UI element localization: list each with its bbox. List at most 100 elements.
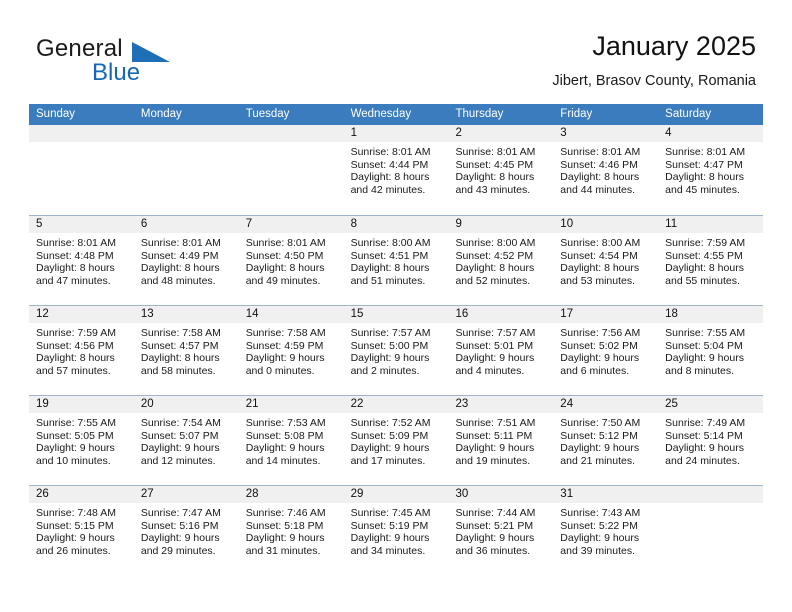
day-number: 8 — [343, 216, 449, 233]
day-cell[interactable]: 31 Sunrise: 7:43 AM Sunset: 5:22 PM Dayl… — [553, 486, 659, 575]
daylight-text-line2: and 49 minutes. — [245, 274, 321, 287]
day-cell[interactable] — [29, 125, 134, 215]
sunrise-text: Sunrise: 7:49 AM — [665, 417, 746, 429]
day-number: 9 — [448, 216, 554, 233]
daylight-text-line2: and 8 minutes. — [665, 364, 735, 377]
daylight-text-line2: and 4 minutes. — [455, 364, 525, 377]
weekday-header-friday: Friday — [560, 108, 593, 120]
day-cell[interactable]: 5 Sunrise: 8:01 AM Sunset: 4:48 PM Dayli… — [29, 216, 134, 305]
week-row: 12 Sunrise: 7:59 AM Sunset: 4:56 PM Dayl… — [29, 305, 764, 395]
day-details — [134, 142, 239, 146]
day-details: Sunrise: 7:53 AM Sunset: 5:08 PM Dayligh… — [239, 413, 344, 467]
sunrise-text: Sunrise: 8:01 AM — [455, 146, 536, 158]
sunrise-text: Sunrise: 7:57 AM — [350, 327, 431, 339]
day-cell[interactable]: 25 Sunrise: 7:49 AM Sunset: 5:14 PM Dayl… — [658, 396, 764, 485]
daylight-text-line1: Daylight: 9 hours — [245, 442, 325, 455]
day-cell[interactable]: 17 Sunrise: 7:56 AM Sunset: 5:02 PM Dayl… — [553, 306, 659, 395]
day-details — [658, 503, 763, 507]
day-cell[interactable]: 15 Sunrise: 7:57 AM Sunset: 5:00 PM Dayl… — [343, 306, 449, 395]
day-cell[interactable]: 11 Sunrise: 7:59 AM Sunset: 4:55 PM Dayl… — [658, 216, 764, 305]
day-cell[interactable]: 26 Sunrise: 7:48 AM Sunset: 5:15 PM Dayl… — [29, 486, 134, 575]
day-cell[interactable]: 20 Sunrise: 7:54 AM Sunset: 5:07 PM Dayl… — [133, 396, 239, 485]
day-details: Sunrise: 7:57 AM Sunset: 5:01 PM Dayligh… — [448, 323, 553, 377]
weekday-header-tuesday: Tuesday — [245, 108, 290, 120]
day-cell[interactable] — [238, 125, 344, 215]
sunset-text: Sunset: 4:54 PM — [560, 249, 638, 262]
sunrise-text: Sunrise: 7:46 AM — [245, 507, 326, 519]
sunrise-text: Sunrise: 7:51 AM — [455, 417, 536, 429]
day-number: 6 — [133, 216, 239, 233]
day-cell[interactable]: 30 Sunrise: 7:44 AM Sunset: 5:21 PM Dayl… — [448, 486, 554, 575]
day-cell[interactable]: 12 Sunrise: 7:59 AM Sunset: 4:56 PM Dayl… — [29, 306, 134, 395]
day-cell[interactable]: 22 Sunrise: 7:52 AM Sunset: 5:09 PM Dayl… — [343, 396, 449, 485]
day-cell[interactable] — [133, 125, 239, 215]
daylight-text-line2: and 0 minutes. — [245, 364, 315, 377]
day-cell[interactable]: 23 Sunrise: 7:51 AM Sunset: 5:11 PM Dayl… — [448, 396, 554, 485]
day-cell[interactable]: 4 Sunrise: 8:01 AM Sunset: 4:47 PM Dayli… — [658, 125, 764, 215]
day-cell[interactable]: 19 Sunrise: 7:55 AM Sunset: 5:05 PM Dayl… — [29, 396, 134, 485]
sunset-text: Sunset: 5:16 PM — [140, 519, 219, 532]
daylight-text-line1: Daylight: 9 hours — [350, 442, 430, 455]
daylight-text-line1: Daylight: 8 hours — [245, 262, 325, 275]
day-cell[interactable]: 24 Sunrise: 7:50 AM Sunset: 5:12 PM Dayl… — [553, 396, 659, 485]
day-number: 4 — [658, 125, 764, 142]
daylight-text-line2: and 34 minutes. — [350, 544, 426, 557]
sunset-text: Sunset: 4:52 PM — [455, 249, 534, 262]
weekday-header-saturday: Saturday — [665, 108, 712, 120]
day-number: 27 — [133, 486, 239, 503]
day-details: Sunrise: 8:00 AM Sunset: 4:52 PM Dayligh… — [448, 233, 553, 287]
day-number: 29 — [343, 486, 449, 503]
day-cell[interactable]: 8 Sunrise: 8:00 AM Sunset: 4:51 PM Dayli… — [343, 216, 449, 305]
sunset-text: Sunset: 5:18 PM — [245, 519, 324, 532]
day-cell[interactable]: 1 Sunrise: 8:01 AM Sunset: 4:44 PM Dayli… — [343, 125, 449, 215]
daylight-text-line1: Daylight: 8 hours — [36, 352, 115, 365]
day-cell[interactable]: 28 Sunrise: 7:46 AM Sunset: 5:18 PM Dayl… — [238, 486, 344, 575]
daylight-text-line2: and 43 minutes. — [455, 183, 531, 196]
day-number: 23 — [448, 396, 554, 413]
day-cell[interactable] — [658, 486, 764, 575]
day-details: Sunrise: 8:01 AM Sunset: 4:48 PM Dayligh… — [29, 233, 134, 287]
day-cell[interactable]: 7 Sunrise: 8:01 AM Sunset: 4:50 PM Dayli… — [238, 216, 344, 305]
day-details: Sunrise: 8:01 AM Sunset: 4:50 PM Dayligh… — [239, 233, 344, 287]
general-blue-logo[interactable]: General Blue — [36, 36, 216, 88]
daylight-text-line1: Daylight: 9 hours — [350, 532, 430, 545]
week-row: 19 Sunrise: 7:55 AM Sunset: 5:05 PM Dayl… — [29, 395, 764, 485]
day-cell[interactable]: 14 Sunrise: 7:58 AM Sunset: 4:59 PM Dayl… — [238, 306, 344, 395]
day-number: 7 — [238, 216, 344, 233]
day-cell[interactable]: 3 Sunrise: 8:01 AM Sunset: 4:46 PM Dayli… — [553, 125, 659, 215]
weekday-header-sunday: Sunday — [36, 108, 76, 120]
daylight-text-line2: and 36 minutes. — [455, 544, 531, 557]
day-cell[interactable]: 18 Sunrise: 7:55 AM Sunset: 5:04 PM Dayl… — [658, 306, 764, 395]
day-cell[interactable]: 13 Sunrise: 7:58 AM Sunset: 4:57 PM Dayl… — [133, 306, 239, 395]
day-number: 28 — [238, 486, 344, 503]
daylight-text-line2: and 12 minutes. — [140, 454, 216, 467]
day-number: 13 — [133, 306, 239, 323]
day-number: 16 — [448, 306, 554, 323]
day-cell[interactable]: 2 Sunrise: 8:01 AM Sunset: 4:45 PM Dayli… — [448, 125, 554, 215]
day-details: Sunrise: 7:43 AM Sunset: 5:22 PM Dayligh… — [553, 503, 658, 557]
day-details: Sunrise: 8:00 AM Sunset: 4:54 PM Dayligh… — [553, 233, 658, 287]
day-cell[interactable]: 6 Sunrise: 8:01 AM Sunset: 4:49 PM Dayli… — [133, 216, 239, 305]
day-cell[interactable]: 29 Sunrise: 7:45 AM Sunset: 5:19 PM Dayl… — [343, 486, 449, 575]
day-cell[interactable]: 16 Sunrise: 7:57 AM Sunset: 5:01 PM Dayl… — [448, 306, 554, 395]
sunrise-text: Sunrise: 8:01 AM — [36, 237, 116, 249]
day-number: 30 — [448, 486, 554, 503]
sunset-text: Sunset: 5:05 PM — [36, 429, 114, 442]
sunrise-text: Sunrise: 7:58 AM — [140, 327, 221, 339]
sunset-text: Sunset: 4:49 PM — [140, 249, 219, 262]
day-details: Sunrise: 8:01 AM Sunset: 4:44 PM Dayligh… — [344, 142, 449, 196]
page-subtitle: Jibert, Brasov County, Romania — [552, 73, 756, 89]
day-number: 20 — [133, 396, 239, 413]
day-cell[interactable]: 10 Sunrise: 8:00 AM Sunset: 4:54 PM Dayl… — [553, 216, 659, 305]
day-cell[interactable]: 9 Sunrise: 8:00 AM Sunset: 4:52 PM Dayli… — [448, 216, 554, 305]
day-number: 14 — [238, 306, 344, 323]
day-number: 1 — [343, 125, 449, 142]
day-cell[interactable]: 21 Sunrise: 7:53 AM Sunset: 5:08 PM Dayl… — [238, 396, 344, 485]
sunset-text: Sunset: 4:45 PM — [455, 158, 534, 171]
day-cell[interactable]: 27 Sunrise: 7:47 AM Sunset: 5:16 PM Dayl… — [133, 486, 239, 575]
day-details — [239, 142, 344, 146]
sunset-text: Sunset: 5:08 PM — [245, 429, 324, 442]
day-details: Sunrise: 7:45 AM Sunset: 5:19 PM Dayligh… — [344, 503, 449, 557]
day-details: Sunrise: 7:48 AM Sunset: 5:15 PM Dayligh… — [29, 503, 134, 557]
daylight-text-line2: and 14 minutes. — [245, 454, 321, 467]
